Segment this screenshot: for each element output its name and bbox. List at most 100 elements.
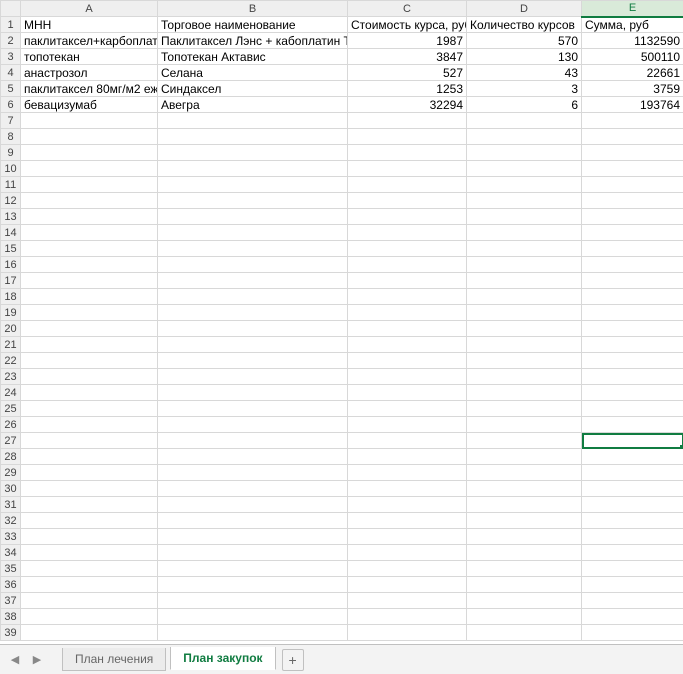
cell[interactable]	[21, 257, 158, 273]
cell[interactable]	[348, 145, 467, 161]
cell[interactable]	[348, 513, 467, 529]
row-header[interactable]: 32	[1, 513, 21, 529]
cell[interactable]	[467, 481, 582, 497]
cell[interactable]: топотекан	[21, 49, 158, 65]
cell[interactable]	[467, 209, 582, 225]
cell[interactable]	[348, 433, 467, 449]
cell[interactable]: 130	[467, 49, 582, 65]
cell[interactable]	[348, 609, 467, 625]
row-header[interactable]: 4	[1, 65, 21, 81]
cell[interactable]	[21, 545, 158, 561]
row-header[interactable]: 11	[1, 177, 21, 193]
cell[interactable]	[582, 129, 683, 145]
cell[interactable]	[467, 257, 582, 273]
cell[interactable]: 22661	[582, 65, 683, 81]
cell[interactable]	[158, 129, 348, 145]
cell[interactable]	[158, 113, 348, 129]
cell[interactable]	[21, 577, 158, 593]
cell[interactable]	[158, 433, 348, 449]
cell[interactable]	[21, 417, 158, 433]
cell[interactable]	[158, 561, 348, 577]
cell[interactable]	[582, 273, 683, 289]
cell[interactable]	[467, 129, 582, 145]
cell[interactable]	[467, 193, 582, 209]
row-header[interactable]: 23	[1, 369, 21, 385]
cell[interactable]	[348, 625, 467, 641]
cell[interactable]	[21, 321, 158, 337]
cell[interactable]	[467, 465, 582, 481]
cell[interactable]: Топотекан Актавис	[158, 49, 348, 65]
cell[interactable]: Торговое наименование	[158, 17, 348, 33]
row-header[interactable]: 39	[1, 625, 21, 641]
cell[interactable]	[467, 433, 582, 449]
cell[interactable]	[348, 337, 467, 353]
cell[interactable]	[21, 513, 158, 529]
cell[interactable]	[158, 353, 348, 369]
sheet-tab-plan-lecheniya[interactable]: План лечения	[62, 648, 166, 671]
row-header[interactable]: 7	[1, 113, 21, 129]
cell[interactable]	[582, 625, 683, 641]
cell[interactable]: 3847	[348, 49, 467, 65]
cell[interactable]: 3759	[582, 81, 683, 97]
cell[interactable]: 1987	[348, 33, 467, 49]
cell[interactable]: 3	[467, 81, 582, 97]
cell[interactable]: анастрозол	[21, 65, 158, 81]
cell[interactable]: 43	[467, 65, 582, 81]
cell[interactable]	[582, 305, 683, 321]
cell[interactable]	[21, 369, 158, 385]
cell[interactable]	[21, 433, 158, 449]
cell[interactable]	[582, 193, 683, 209]
cell[interactable]	[467, 177, 582, 193]
cell[interactable]	[582, 497, 683, 513]
row-header[interactable]: 34	[1, 545, 21, 561]
cell[interactable]	[348, 193, 467, 209]
row-header[interactable]: 30	[1, 481, 21, 497]
cell[interactable]	[158, 273, 348, 289]
cell[interactable]: Паклитаксел Лэнс + кабоплатин Тева	[158, 33, 348, 49]
cell[interactable]	[582, 609, 683, 625]
cell[interactable]	[582, 417, 683, 433]
cell[interactable]	[348, 497, 467, 513]
cell[interactable]	[348, 401, 467, 417]
cell[interactable]	[21, 497, 158, 513]
cell[interactable]	[21, 625, 158, 641]
cell[interactable]	[21, 529, 158, 545]
col-header-D[interactable]: D	[467, 1, 582, 17]
cell[interactable]	[348, 561, 467, 577]
cell[interactable]: Количество курсов	[467, 17, 582, 33]
cell[interactable]	[582, 465, 683, 481]
row-header[interactable]: 21	[1, 337, 21, 353]
cell[interactable]	[21, 385, 158, 401]
cell[interactable]	[467, 545, 582, 561]
cell[interactable]	[467, 321, 582, 337]
cell[interactable]	[21, 289, 158, 305]
cell[interactable]	[158, 241, 348, 257]
cell[interactable]	[582, 225, 683, 241]
cell[interactable]	[348, 417, 467, 433]
row-header[interactable]: 6	[1, 97, 21, 113]
cell[interactable]	[582, 321, 683, 337]
row-header[interactable]: 25	[1, 401, 21, 417]
row-header[interactable]: 38	[1, 609, 21, 625]
cell[interactable]: 570	[467, 33, 582, 49]
row-header[interactable]: 14	[1, 225, 21, 241]
row-header[interactable]: 29	[1, 465, 21, 481]
cell[interactable]	[467, 609, 582, 625]
row-header[interactable]: 3	[1, 49, 21, 65]
cell[interactable]	[21, 401, 158, 417]
sheet-tab-plan-zakupok[interactable]: План закупок	[170, 647, 275, 670]
cell[interactable]	[467, 273, 582, 289]
row-header[interactable]: 13	[1, 209, 21, 225]
cell[interactable]	[158, 481, 348, 497]
col-header-E[interactable]: E	[582, 1, 683, 17]
cell[interactable]	[582, 401, 683, 417]
row-header[interactable]: 9	[1, 145, 21, 161]
row-header[interactable]: 15	[1, 241, 21, 257]
cell[interactable]: бевацизумаб	[21, 97, 158, 113]
cell[interactable]: Селана	[158, 65, 348, 81]
cell[interactable]	[582, 337, 683, 353]
cell[interactable]: МНН	[21, 17, 158, 33]
cell[interactable]	[21, 353, 158, 369]
cell[interactable]	[158, 625, 348, 641]
row-header[interactable]: 37	[1, 593, 21, 609]
